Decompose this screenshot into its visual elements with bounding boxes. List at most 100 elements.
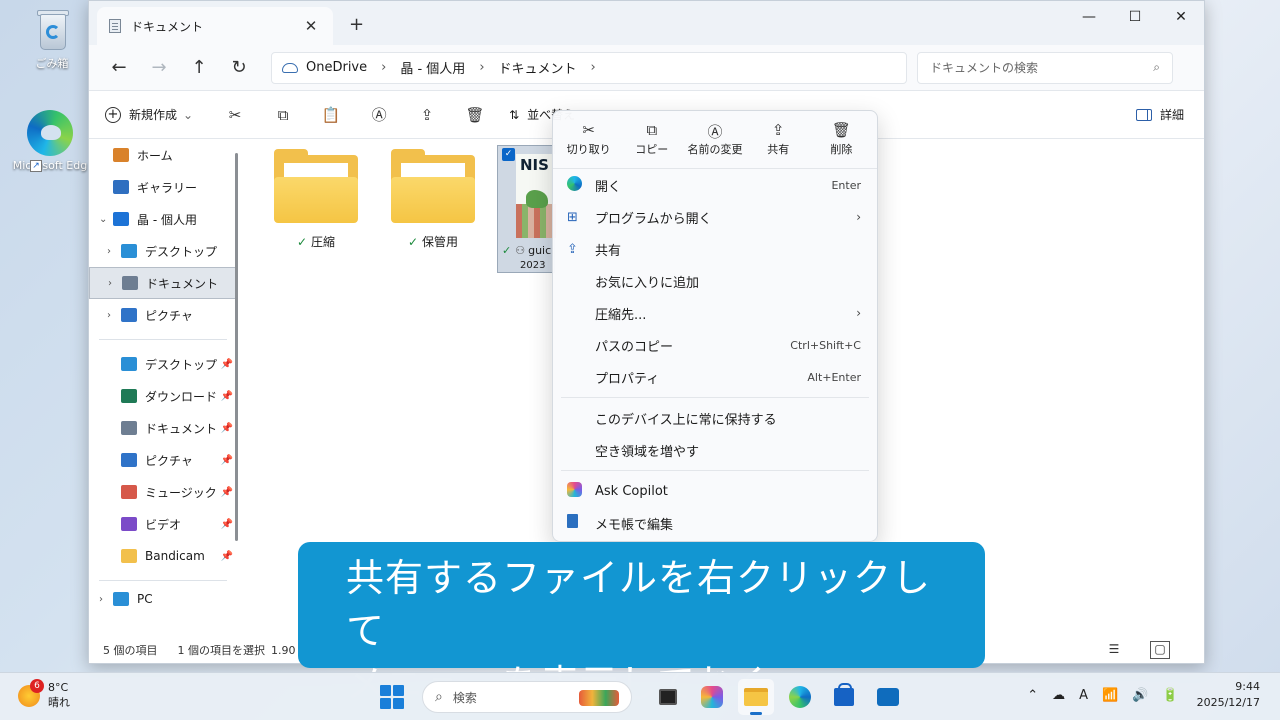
- tab-title: ドキュメント: [131, 19, 204, 34]
- breadcrumb-item[interactable]: OneDrive: [306, 60, 367, 75]
- context-menu-item[interactable]: プロパティ Alt+Enter: [553, 361, 877, 393]
- sidebar-item[interactable]: › ピクチャ: [89, 299, 237, 331]
- context-menu-item[interactable]: 圧縮先... ›: [553, 297, 877, 329]
- paste-icon[interactable]: 📋: [307, 106, 355, 124]
- quick-access-item[interactable]: ミュージック 📌: [89, 476, 237, 508]
- battery-icon[interactable]: 🔋: [1162, 688, 1178, 703]
- back-button[interactable]: ←: [99, 57, 139, 78]
- large-icons-view-icon[interactable]: ▢: [1150, 641, 1170, 659]
- ime-icon[interactable]: A: [1079, 688, 1088, 703]
- file-name: ✓ ⚇ guic: [502, 244, 552, 257]
- quick-access-item[interactable]: ドキュメント 📌: [89, 412, 237, 444]
- details-label: 詳細: [1159, 108, 1184, 122]
- sidebar-item[interactable]: ⌄ 晶 - 個人用: [89, 203, 237, 235]
- context-menu-item[interactable]: Ask Copilot: [553, 475, 877, 507]
- onedrive-tray-icon[interactable]: ☁: [1052, 688, 1065, 703]
- volume-icon[interactable]: 🔊: [1132, 688, 1148, 703]
- sidebar-item-label: ミュージック: [145, 485, 217, 500]
- taskbar-search[interactable]: ⌕ 検索: [422, 681, 632, 713]
- maximize-button[interactable]: ☐: [1112, 1, 1158, 33]
- sidebar-item[interactable]: ホーム: [89, 139, 237, 171]
- selected-file-item[interactable]: ✓ NIS ✓ ⚇ guic 2023: [497, 145, 556, 273]
- context-menu-item[interactable]: パスのコピー Ctrl+Shift+C: [553, 329, 877, 361]
- new-tab-button[interactable]: +: [349, 14, 364, 35]
- context-quick-action[interactable]: Ⓐ 名前の変更: [683, 111, 746, 168]
- wifi-icon[interactable]: 📶: [1102, 688, 1118, 703]
- context-quick-action[interactable]: ⇪ 共有: [747, 111, 810, 168]
- taskbar-copilot[interactable]: [694, 679, 730, 715]
- chevron-icon[interactable]: ›: [107, 310, 121, 321]
- context-quick-action[interactable]: 🗑 削除: [810, 111, 873, 168]
- context-menu-item[interactable]: ⇪ 共有: [553, 233, 877, 265]
- cut-icon[interactable]: ✂: [211, 106, 259, 124]
- edge-icon: [789, 686, 811, 708]
- recycle-bin-desktop-icon[interactable]: ごみ箱: [12, 8, 92, 71]
- close-button[interactable]: ✕: [1158, 1, 1204, 33]
- context-menu-item[interactable]: お気に入りに追加: [553, 265, 877, 297]
- delete-icon[interactable]: 🗑: [451, 106, 499, 124]
- breadcrumb-separator[interactable]: ›: [479, 60, 484, 75]
- breadcrumb-item[interactable]: 晶 - 個人用: [400, 58, 465, 77]
- quick-access-item[interactable]: Bandicam 📌: [89, 540, 237, 572]
- selection-checkbox[interactable]: ✓: [502, 148, 515, 161]
- context-menu-item[interactable]: ⊞ プログラムから開く ›: [553, 201, 877, 233]
- details-pane-button[interactable]: 詳細: [1135, 106, 1184, 123]
- taskbar-edge[interactable]: [782, 679, 818, 715]
- sidebar-item[interactable]: › ドキュメント: [89, 267, 237, 299]
- chevron-icon[interactable]: ⌄: [99, 214, 113, 225]
- forward-button[interactable]: →: [139, 57, 179, 78]
- taskbar-store[interactable]: [826, 679, 862, 715]
- search-input[interactable]: ドキュメントの検索 ⌕: [917, 51, 1173, 84]
- music-icon: [121, 485, 137, 499]
- taskbar-outlook[interactable]: [870, 679, 906, 715]
- sidebar-item-pc[interactable]: › PC: [89, 589, 237, 609]
- quick-access-item[interactable]: デスクトップ 📌: [89, 348, 237, 380]
- breadcrumb-item[interactable]: ドキュメント: [499, 58, 577, 77]
- context-menu-item[interactable]: 空き領域を増やす: [553, 434, 877, 466]
- up-button[interactable]: ↑: [179, 57, 219, 78]
- breadcrumb-separator[interactable]: ›: [591, 60, 596, 75]
- start-button[interactable]: [380, 685, 404, 709]
- tab-close-button[interactable]: ✕: [301, 17, 321, 35]
- context-quick-action[interactable]: ✂ 切り取り: [557, 111, 620, 168]
- weather-widget[interactable]: 6 8°C 晴れ: [18, 678, 70, 710]
- minimize-button[interactable]: —: [1066, 1, 1112, 33]
- sync-ok-icon: ✓: [407, 235, 419, 249]
- file-thumbnail: NIS: [516, 154, 556, 238]
- share-icon[interactable]: ⇪: [403, 106, 451, 124]
- sync-ok-icon: ✓: [296, 235, 308, 249]
- refresh-button[interactable]: ↻: [219, 57, 259, 78]
- chevron-icon[interactable]: ›: [108, 278, 122, 289]
- copy-icon[interactable]: ⧉: [259, 106, 307, 124]
- chevron-icon[interactable]: ›: [99, 594, 113, 605]
- context-menu-item[interactable]: 開く Enter: [553, 169, 877, 201]
- context-menu-item[interactable]: メモ帳で編集: [553, 507, 877, 539]
- sidebar-item[interactable]: ギャラリー: [89, 171, 237, 203]
- folder-item[interactable]: ✓ 圧縮: [271, 149, 361, 250]
- sidebar-item-label: ピクチャ: [145, 308, 193, 323]
- open-with-icon: ⊞: [567, 209, 578, 225]
- details-view-icon[interactable]: ☰: [1104, 641, 1124, 659]
- submenu-arrow-icon: ›: [856, 210, 861, 224]
- new-button[interactable]: + 新規作成 ⌄: [105, 106, 193, 123]
- chevron-icon[interactable]: ›: [107, 246, 121, 257]
- quick-access-item[interactable]: ビデオ 📌: [89, 508, 237, 540]
- breadcrumb-separator[interactable]: ›: [381, 60, 386, 75]
- context-menu-item[interactable]: このデバイス上に常に保持する: [553, 402, 877, 434]
- file-date: 2023: [520, 260, 546, 271]
- tab-documents[interactable]: ドキュメント ✕: [97, 7, 333, 45]
- folder-item[interactable]: ✓ 保管用: [388, 149, 478, 250]
- pin-icon: 📌: [220, 390, 233, 402]
- taskbar-task-view[interactable]: [650, 679, 686, 715]
- navigation-scrollbar[interactable]: [235, 153, 238, 541]
- breadcrumb[interactable]: OneDrive › 晶 - 個人用 › ドキュメント ›: [271, 51, 907, 84]
- show-hidden-icons-icon[interactable]: ⌃: [1027, 688, 1038, 703]
- sidebar-item[interactable]: › デスクトップ: [89, 235, 237, 267]
- rename-icon[interactable]: Ⓐ: [355, 104, 403, 125]
- taskbar-file-explorer[interactable]: [738, 679, 774, 715]
- context-quick-action[interactable]: ⧉ コピー: [620, 111, 683, 168]
- edge-desktop-shortcut[interactable]: ↗ Microsoft Edg: [10, 110, 90, 172]
- clock[interactable]: 9:44 2025/12/17: [1197, 679, 1260, 711]
- quick-access-item[interactable]: ピクチャ 📌: [89, 444, 237, 476]
- quick-access-item[interactable]: ダウンロード 📌: [89, 380, 237, 412]
